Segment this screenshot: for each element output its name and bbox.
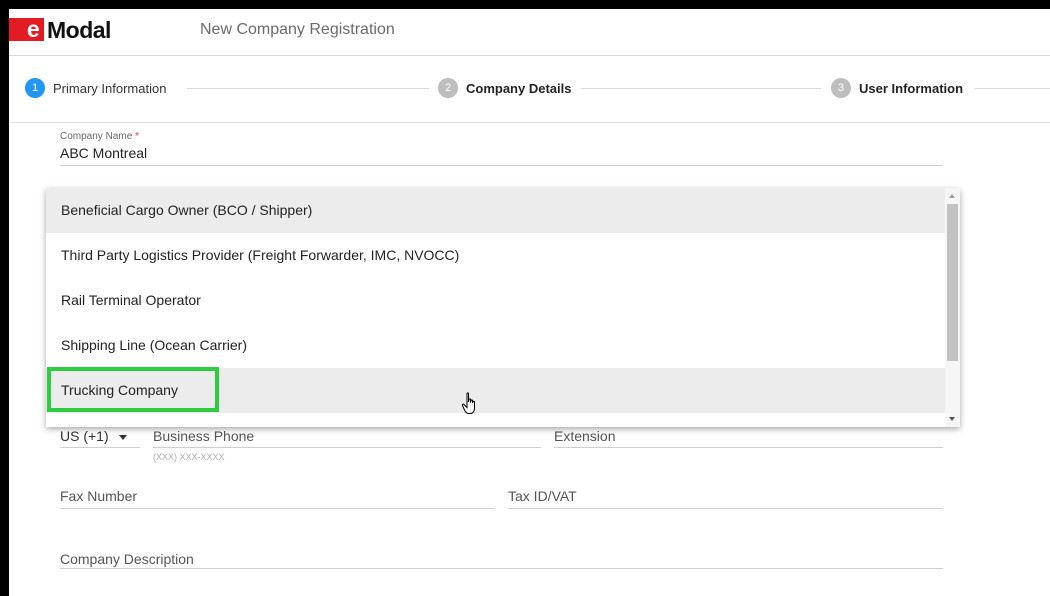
business-phone-hint: (XXX) XXX-XXXX: [153, 452, 225, 462]
emodal-logo: e Modal: [9, 17, 111, 43]
tax-id-underline: [508, 508, 943, 509]
option-bco-shipper[interactable]: Beneficial Cargo Owner (BCO / Shipper): [46, 188, 945, 233]
step-label: Company Details: [466, 80, 572, 96]
logo-text: Modal: [47, 17, 111, 43]
company-name-label: Company Name *: [60, 131, 139, 142]
step-primary-information[interactable]: 1 Primary Information: [25, 78, 166, 98]
company-name-underline: [60, 165, 943, 166]
step-connector: [975, 88, 1050, 89]
step-label: Primary Information: [53, 80, 167, 96]
extension-underline: [554, 447, 943, 448]
business-phone-input[interactable]: Business Phone: [153, 428, 254, 444]
logo-e-mark: e: [9, 18, 44, 41]
step-number-3: 3: [831, 78, 851, 98]
step-user-information[interactable]: 3 User Information: [831, 78, 963, 98]
option-shipping-line[interactable]: Shipping Line (Ocean Carrier): [46, 323, 945, 368]
option-trucking-company[interactable]: Trucking Company: [46, 368, 945, 413]
hand-pointer-icon: [461, 392, 475, 414]
option-rail-terminal-operator[interactable]: Rail Terminal Operator: [46, 278, 945, 323]
step-connector: [187, 88, 429, 89]
step-number-1: 1: [25, 78, 45, 98]
required-asterisk: *: [135, 131, 139, 142]
option-third-party-logistics[interactable]: Third Party Logistics Provider (Freight …: [46, 233, 945, 278]
company-type-dropdown[interactable]: Beneficial Cargo Owner (BCO / Shipper) T…: [46, 188, 960, 427]
extension-input[interactable]: Extension: [554, 428, 615, 444]
tax-id-input[interactable]: Tax ID/VAT: [508, 488, 577, 504]
country-code-value: US (+1): [60, 428, 109, 444]
fax-number-underline: [60, 508, 495, 509]
country-code-select[interactable]: US (+1): [60, 428, 127, 444]
page-title: New Company Registration: [200, 21, 395, 38]
fax-number-input[interactable]: Fax Number: [60, 488, 137, 504]
company-name-input[interactable]: ABC Montreal: [60, 145, 147, 161]
company-description-underline: [60, 568, 943, 569]
company-name-label-text: Company Name: [60, 131, 133, 142]
business-phone-underline: [153, 447, 541, 448]
company-description-input[interactable]: Company Description: [60, 551, 194, 567]
scroll-down-arrow-icon[interactable]: [949, 417, 955, 421]
step-label: User Information: [859, 80, 964, 96]
scrollbar-thumb[interactable]: [947, 204, 958, 361]
step-number-2: 2: [438, 78, 458, 98]
step-connector: [581, 88, 821, 89]
top-bar: e Modal New Company Registration: [9, 9, 1050, 56]
country-code-underline: [60, 447, 140, 448]
chevron-down-icon: [118, 434, 127, 440]
scroll-up-arrow-icon[interactable]: [949, 194, 955, 198]
registration-window: e Modal New Company Registration 1 Primar…: [9, 9, 1050, 596]
step-company-details[interactable]: 2 Company Details: [438, 78, 571, 98]
dropdown-scrollbar[interactable]: [945, 188, 960, 427]
registration-stepper: 1 Primary Information 2 Company Details …: [9, 56, 1050, 123]
